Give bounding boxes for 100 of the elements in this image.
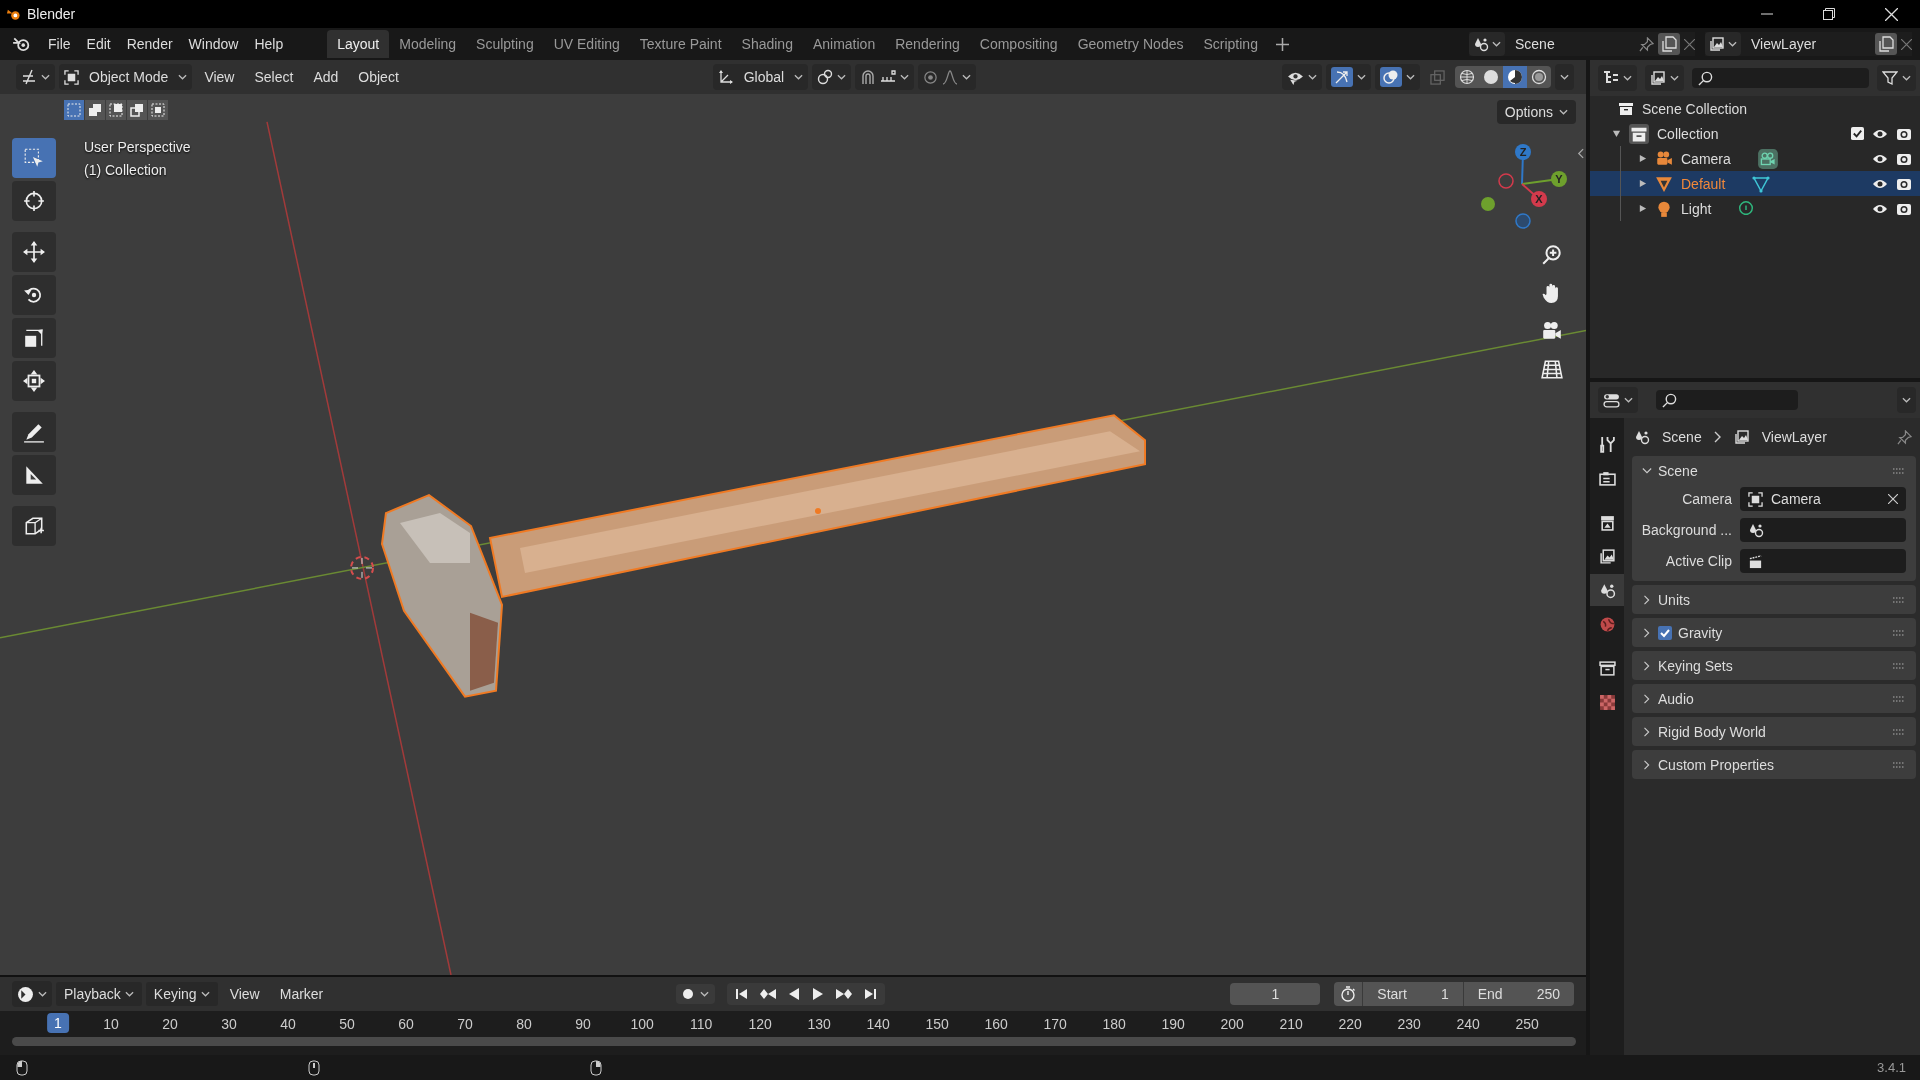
proportional-edit-button[interactable] (918, 64, 977, 90)
object-field[interactable] (1740, 518, 1906, 542)
orientation-dropdown[interactable]: Global (712, 64, 809, 90)
start-frame-field[interactable]: Start 1 (1362, 982, 1463, 1006)
end-frame-field[interactable]: End 250 (1462, 982, 1574, 1006)
panel-title[interactable]: Scene (1658, 462, 1698, 479)
editor-type-button[interactable] (1598, 387, 1638, 413)
selection-mode-button[interactable] (85, 100, 105, 120)
menu-item[interactable]: Render (118, 32, 181, 56)
snap-button[interactable] (855, 64, 915, 90)
filter-button[interactable] (1877, 65, 1916, 91)
scene-type-button[interactable] (1469, 32, 1505, 56)
tool-button[interactable] (12, 232, 56, 272)
display-mode-button[interactable] (1645, 65, 1684, 91)
search-field[interactable] (1656, 390, 1798, 410)
options-dropdown[interactable]: Options (1496, 100, 1576, 124)
tool-button[interactable] (12, 361, 56, 401)
outliner-row[interactable]: Default (1590, 171, 1920, 196)
mode-dropdown[interactable]: Object Mode (59, 64, 193, 90)
tool-button[interactable] (12, 455, 56, 495)
restore-icon[interactable] (1823, 8, 1835, 20)
pivot-button[interactable] (812, 64, 852, 90)
workspace-tab[interactable]: Scripting (1193, 30, 1268, 58)
workspace-tab[interactable]: Geometry Nodes (1067, 30, 1194, 58)
editor-type-button[interactable] (16, 64, 55, 90)
playhead[interactable]: 1 (47, 1013, 69, 1033)
jump-end-icon[interactable] (863, 987, 878, 1001)
editor-type-button[interactable] (1598, 65, 1637, 91)
selection-mode-button[interactable] (106, 100, 126, 120)
menu-item[interactable]: View (196, 65, 243, 89)
chevron-right-icon[interactable] (1642, 660, 1652, 671)
hammer-drawing[interactable] (380, 414, 1146, 698)
menu-item[interactable]: Help (246, 32, 292, 56)
previous-keyframe-icon[interactable] (759, 987, 778, 1001)
play-reverse-icon[interactable] (787, 987, 802, 1001)
copy-icon[interactable] (1658, 33, 1680, 55)
chevron-down-icon[interactable] (1642, 465, 1652, 476)
tool-button[interactable] (12, 412, 56, 452)
panel-title[interactable]: Gravity (1678, 624, 1723, 641)
pin-icon[interactable] (1897, 429, 1912, 445)
menu-item[interactable]: Marker (271, 982, 332, 1006)
chevron-right-icon[interactable] (1642, 627, 1652, 638)
collapsed-arrow-icon[interactable] (1638, 179, 1647, 188)
expanded-arrow-icon[interactable] (1612, 129, 1621, 138)
shading-options-button[interactable] (1555, 64, 1574, 90)
chevron-right-icon[interactable] (1642, 759, 1652, 770)
drag-handle-icon[interactable] (1892, 760, 1906, 769)
breadcrumb-item[interactable]: Scene (1662, 429, 1702, 445)
zoom-icon[interactable] (1541, 244, 1563, 266)
editor-type-button[interactable] (12, 981, 52, 1007)
workspace-tab[interactable]: Layout (327, 30, 390, 58)
grid-icon[interactable] (1541, 358, 1563, 380)
menu-item[interactable]: Playback (56, 982, 142, 1006)
workspace-tab[interactable]: UV Editing (543, 30, 630, 58)
pin-icon[interactable] (1639, 36, 1654, 52)
drag-handle-icon[interactable] (1892, 466, 1906, 475)
blender-logo-icon[interactable] (12, 35, 30, 53)
gizmo-toggle[interactable] (1326, 64, 1371, 90)
tool-button[interactable] (12, 318, 56, 358)
object-field[interactable]: Camera (1740, 487, 1906, 511)
drag-handle-icon[interactable] (1892, 661, 1906, 670)
selection-mode-button[interactable] (127, 100, 147, 120)
tool-button[interactable] (12, 506, 56, 546)
navigation-gizmo[interactable]: X Y Z (1472, 134, 1572, 234)
workspace-tab[interactable]: Compositing (969, 30, 1068, 58)
chevron-right-icon[interactable] (1642, 594, 1652, 605)
scrollbar[interactable] (12, 1037, 1576, 1046)
menu-item[interactable]: Window (180, 32, 247, 56)
record-button[interactable] (676, 984, 716, 1004)
search-field[interactable] (1692, 68, 1869, 88)
next-keyframe-icon[interactable] (835, 987, 854, 1001)
workspace-tab[interactable]: Modeling (389, 30, 467, 58)
outliner-row[interactable]: Light (1590, 196, 1920, 221)
panel-title[interactable]: Custom Properties (1658, 756, 1774, 773)
outliner-item-label[interactable]: Scene Collection (1642, 100, 1748, 117)
overlay-toggle[interactable] (1375, 64, 1420, 90)
menu-item[interactable]: Add (305, 65, 347, 89)
chevron-right-icon[interactable] (1642, 693, 1652, 704)
shading-mode-button[interactable] (1503, 66, 1527, 88)
visibility-button[interactable] (1282, 64, 1322, 90)
drag-handle-icon[interactable] (1892, 694, 1906, 703)
options-button[interactable] (1897, 387, 1916, 413)
movie-camera-icon[interactable] (1541, 320, 1563, 342)
menu-item[interactable]: Object (350, 65, 407, 89)
workspace-tab[interactable]: Texture Paint (629, 30, 732, 58)
menu-item[interactable]: View (221, 982, 268, 1006)
workspace-tab[interactable]: Shading (731, 30, 803, 58)
copy-icon[interactable] (1875, 33, 1897, 55)
workspace-tab[interactable]: Animation (802, 30, 886, 58)
menu-item[interactable]: File (40, 32, 79, 56)
panel-title[interactable]: Audio (1658, 690, 1694, 707)
workspace-tab[interactable]: Sculpting (466, 30, 544, 58)
tool-button[interactable] (12, 275, 56, 315)
drag-handle-icon[interactable] (1892, 595, 1906, 604)
menu-item[interactable]: Keying (145, 982, 218, 1006)
close-icon[interactable] (1888, 494, 1898, 504)
collapsed-arrow-icon[interactable] (1638, 154, 1647, 163)
object-field[interactable] (1740, 549, 1906, 573)
collapsed-arrow-icon[interactable] (1638, 204, 1647, 213)
menu-item[interactable]: Select (246, 65, 302, 89)
